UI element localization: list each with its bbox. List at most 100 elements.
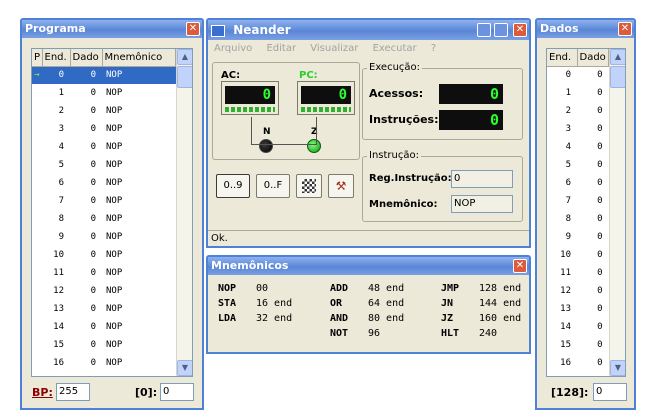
- address-cell[interactable]: 6: [42, 174, 70, 192]
- value-cell[interactable]: 0: [577, 282, 609, 300]
- address-cell[interactable]: 10: [547, 246, 577, 264]
- table-row[interactable]: → 0 0 NOP: [32, 66, 176, 84]
- pointer-cell[interactable]: [32, 336, 42, 354]
- mnemonic-cell[interactable]: NOP: [102, 84, 176, 102]
- table-row[interactable]: 10 0: [547, 246, 609, 264]
- mnemonic-cell[interactable]: NOP: [102, 120, 176, 138]
- value-cell[interactable]: 0: [70, 102, 102, 120]
- value-cell[interactable]: 0: [70, 228, 102, 246]
- address-cell[interactable]: 9: [547, 228, 577, 246]
- hex-button[interactable]: 0..F: [256, 174, 290, 198]
- value-cell[interactable]: 0: [577, 174, 609, 192]
- address-cell[interactable]: 10: [42, 246, 70, 264]
- menu-editar[interactable]: Editar: [266, 43, 296, 54]
- address-cell[interactable]: 11: [547, 264, 577, 282]
- memory-map-button[interactable]: [296, 174, 322, 198]
- value-cell[interactable]: 0: [70, 300, 102, 318]
- col-header-end[interactable]: End.: [547, 49, 578, 67]
- table-row[interactable]: 14 0 NOP: [32, 318, 176, 336]
- pointer-cell[interactable]: [32, 282, 42, 300]
- address-cell[interactable]: 11: [42, 264, 70, 282]
- address-cell[interactable]: 2: [42, 102, 70, 120]
- programa-close-button[interactable]: ✕: [186, 22, 200, 36]
- mnemonic-cell[interactable]: NOP: [102, 336, 176, 354]
- address-cell[interactable]: 8: [42, 210, 70, 228]
- scroll-up-icon[interactable]: ▲: [177, 49, 192, 65]
- table-row[interactable]: 10 0 NOP: [32, 246, 176, 264]
- tools-button[interactable]: ⚒: [328, 174, 354, 198]
- table-row[interactable]: 00: [547, 66, 609, 84]
- table-row[interactable]: 10: [547, 84, 609, 102]
- mnemonic-cell[interactable]: NOP: [102, 174, 176, 192]
- mnemonic-cell[interactable]: NOP: [102, 102, 176, 120]
- value-cell[interactable]: 0: [70, 336, 102, 354]
- dados-titlebar[interactable]: Dados ✕: [537, 20, 634, 38]
- address-cell[interactable]: 7: [42, 192, 70, 210]
- value-cell[interactable]: 0: [577, 84, 609, 102]
- mnemonic-cell[interactable]: NOP: [102, 138, 176, 156]
- table-row[interactable]: 15 0: [547, 336, 609, 354]
- address-cell[interactable]: 8: [547, 210, 577, 228]
- address-cell[interactable]: 14: [42, 318, 70, 336]
- address-cell[interactable]: 4: [547, 138, 577, 156]
- table-row[interactable]: 40: [547, 138, 609, 156]
- address-cell[interactable]: 6: [547, 174, 577, 192]
- value-cell[interactable]: 0: [577, 210, 609, 228]
- col-header-p[interactable]: P: [32, 49, 43, 67]
- scroll-up-icon[interactable]: ▲: [610, 49, 625, 65]
- value-cell[interactable]: 0: [577, 156, 609, 174]
- scroll-down-icon[interactable]: ▼: [177, 360, 192, 376]
- address-cell[interactable]: 16: [42, 354, 70, 372]
- col-header-mnemonico[interactable]: Mnemônico: [102, 49, 176, 67]
- pointer-cell[interactable]: [32, 264, 42, 282]
- value-cell[interactable]: 0: [70, 156, 102, 174]
- mnemonic-cell[interactable]: NOP: [102, 264, 176, 282]
- col-header-end[interactable]: End.: [42, 49, 71, 67]
- table-row[interactable]: 15 0 NOP: [32, 336, 176, 354]
- address-cell[interactable]: 5: [547, 156, 577, 174]
- mnemonic-cell[interactable]: NOP: [102, 354, 176, 372]
- table-row[interactable]: 3 0 NOP: [32, 120, 176, 138]
- table-row[interactable]: 70: [547, 192, 609, 210]
- mnemonic-cell[interactable]: NOP: [102, 156, 176, 174]
- value-cell[interactable]: 0: [577, 336, 609, 354]
- menu-arquivo[interactable]: Arquivo: [214, 43, 252, 54]
- table-row[interactable]: 80: [547, 210, 609, 228]
- value-cell[interactable]: 0: [577, 228, 609, 246]
- mnemonic-cell[interactable]: NOP: [102, 300, 176, 318]
- address-cell[interactable]: 2: [547, 102, 577, 120]
- address-cell[interactable]: 7: [547, 192, 577, 210]
- table-row[interactable]: 16 0 NOP: [32, 354, 176, 372]
- dados-scrollbar[interactable]: ▲ ▼: [609, 49, 625, 376]
- pointer-cell[interactable]: [32, 354, 42, 372]
- table-row[interactable]: 4 0 NOP: [32, 138, 176, 156]
- address-cell[interactable]: 4: [42, 138, 70, 156]
- address-cell[interactable]: 0: [547, 66, 577, 84]
- table-row[interactable]: 9 0 NOP: [32, 228, 176, 246]
- value-cell[interactable]: 0: [70, 66, 102, 84]
- pointer-cell[interactable]: [32, 84, 42, 102]
- dados-addr-input[interactable]: 0: [593, 383, 627, 401]
- value-cell[interactable]: 0: [577, 354, 609, 372]
- programa-addr-input[interactable]: 0: [160, 383, 194, 401]
- value-cell[interactable]: 0: [70, 246, 102, 264]
- col-header-dado[interactable]: Dado: [577, 49, 609, 67]
- pointer-cell[interactable]: [32, 210, 42, 228]
- value-cell[interactable]: 0: [577, 120, 609, 138]
- pointer-cell[interactable]: [32, 246, 42, 264]
- address-cell[interactable]: 14: [547, 318, 577, 336]
- bp-input[interactable]: 255: [56, 383, 90, 401]
- value-cell[interactable]: 0: [577, 66, 609, 84]
- table-row[interactable]: 11 0: [547, 264, 609, 282]
- table-row[interactable]: 16 0: [547, 354, 609, 372]
- table-row[interactable]: 6 0 NOP: [32, 174, 176, 192]
- table-row[interactable]: 60: [547, 174, 609, 192]
- neander-close-button[interactable]: ✕: [513, 23, 527, 37]
- mnemonic-cell[interactable]: NOP: [102, 192, 176, 210]
- mnemonic-cell[interactable]: NOP: [102, 246, 176, 264]
- mnemonic-cell[interactable]: NOP: [102, 282, 176, 300]
- address-cell[interactable]: 9: [42, 228, 70, 246]
- value-cell[interactable]: 0: [577, 318, 609, 336]
- value-cell[interactable]: 0: [70, 318, 102, 336]
- address-cell[interactable]: 3: [42, 120, 70, 138]
